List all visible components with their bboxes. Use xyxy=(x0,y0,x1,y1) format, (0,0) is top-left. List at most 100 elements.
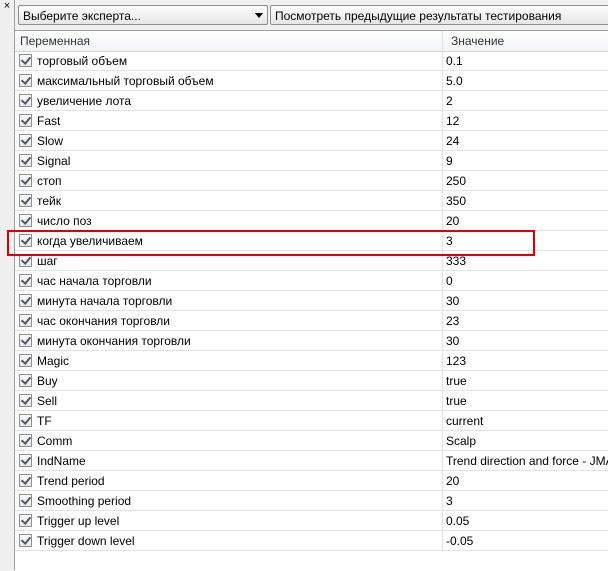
table-row[interactable]: Trigger down level -0.05 xyxy=(15,531,608,551)
value-cell[interactable]: 250 xyxy=(443,171,608,190)
variable-cell: Magic xyxy=(15,351,443,370)
table-row[interactable]: Magic 123 xyxy=(15,351,608,371)
value-cell[interactable]: 24 xyxy=(443,131,608,150)
row-checkbox[interactable] xyxy=(19,374,32,387)
value-cell[interactable]: 0 xyxy=(443,271,608,290)
row-checkbox[interactable] xyxy=(19,74,32,87)
table-row[interactable]: увеличение лота 2 xyxy=(15,91,608,111)
variable-cell: час начала торговли xyxy=(15,271,443,290)
variable-value: Scalp xyxy=(446,434,477,448)
variable-name: Trend period xyxy=(37,474,105,488)
row-checkbox[interactable] xyxy=(19,394,32,407)
value-cell[interactable]: 30 xyxy=(443,291,608,310)
value-cell[interactable]: Trend direction and force - JMA xyxy=(443,451,608,470)
previous-results-dropdown[interactable]: Посмотреть предыдущие результаты тестиро… xyxy=(270,5,608,25)
value-cell[interactable]: 20 xyxy=(443,211,608,230)
row-checkbox[interactable] xyxy=(19,214,32,227)
table-row[interactable]: IndName Trend direction and force - JMA xyxy=(15,451,608,471)
table-row[interactable]: Slow 24 xyxy=(15,131,608,151)
variable-name: шаг xyxy=(37,254,58,268)
table-row[interactable]: максимальный торговый объем 5.0 xyxy=(15,71,608,91)
table-row[interactable]: стоп 250 xyxy=(15,171,608,191)
variable-name: Magic xyxy=(37,354,70,368)
variable-cell: IndName xyxy=(15,451,443,470)
variable-value: 23 xyxy=(446,314,460,328)
table-row[interactable]: минута начала торговли 30 xyxy=(15,291,608,311)
row-checkbox[interactable] xyxy=(19,94,32,107)
row-checkbox[interactable] xyxy=(19,514,32,527)
variable-value: Trend direction and force - JMA xyxy=(446,454,608,468)
row-checkbox[interactable] xyxy=(19,434,32,447)
value-cell[interactable]: 0.1 xyxy=(443,51,608,70)
value-cell[interactable]: 20 xyxy=(443,471,608,490)
row-checkbox[interactable] xyxy=(19,294,32,307)
table-row[interactable]: Smoothing period 3 xyxy=(15,491,608,511)
value-cell[interactable]: 350 xyxy=(443,191,608,210)
close-icon[interactable]: × xyxy=(2,1,12,12)
row-checkbox[interactable] xyxy=(19,494,32,507)
value-cell[interactable]: 3 xyxy=(443,491,608,510)
row-checkbox[interactable] xyxy=(19,54,32,67)
variable-cell: минута начала торговли xyxy=(15,291,443,310)
row-checkbox[interactable] xyxy=(19,534,32,547)
table-row[interactable]: TF current xyxy=(15,411,608,431)
table-row[interactable]: час начала торговли 0 xyxy=(15,271,608,291)
value-cell[interactable]: 123 xyxy=(443,351,608,370)
variable-cell: тейк xyxy=(15,191,443,210)
row-checkbox[interactable] xyxy=(19,154,32,167)
row-checkbox[interactable] xyxy=(19,134,32,147)
variable-value: 20 xyxy=(446,214,460,228)
value-cell[interactable]: 2 xyxy=(443,91,608,110)
table-row[interactable]: Signal 9 xyxy=(15,151,608,171)
variable-name: Comm xyxy=(37,434,73,448)
column-header-value[interactable]: Значение xyxy=(443,31,608,51)
value-cell[interactable]: true xyxy=(443,371,608,390)
value-cell[interactable]: 9 xyxy=(443,151,608,170)
variable-cell: торговый объем xyxy=(15,51,443,70)
row-checkbox[interactable] xyxy=(19,314,32,327)
variable-name: Fast xyxy=(37,114,61,128)
variable-value: 0 xyxy=(446,274,453,288)
table-row[interactable]: торговый объем 0.1 xyxy=(15,51,608,71)
value-cell[interactable]: 30 xyxy=(443,331,608,350)
variable-cell: Trigger down level xyxy=(15,531,443,550)
row-checkbox[interactable] xyxy=(19,474,32,487)
table-row[interactable]: тейк 350 xyxy=(15,191,608,211)
chevron-down-icon xyxy=(255,13,263,18)
table-row[interactable]: Trigger up level 0.05 xyxy=(15,511,608,531)
value-cell[interactable]: true xyxy=(443,391,608,410)
value-cell[interactable]: 0.05 xyxy=(443,511,608,530)
variable-name: IndName xyxy=(37,454,86,468)
table-row[interactable]: Fast 12 xyxy=(15,111,608,131)
value-cell[interactable]: 12 xyxy=(443,111,608,130)
row-checkbox[interactable] xyxy=(19,334,32,347)
variable-cell: число поз xyxy=(15,211,443,230)
variable-name: минута начала торговли xyxy=(37,294,173,308)
column-header-variable[interactable]: Переменная xyxy=(15,31,443,51)
table-row[interactable]: Buy true xyxy=(15,371,608,391)
variable-name: Buy xyxy=(37,374,58,388)
expert-select-dropdown[interactable]: Выберите эксперта... xyxy=(18,5,268,25)
table-row[interactable]: час окончания торговли 23 xyxy=(15,311,608,331)
value-cell[interactable]: -0.05 xyxy=(443,531,608,550)
table-row[interactable]: число поз 20 xyxy=(15,211,608,231)
row-checkbox[interactable] xyxy=(19,274,32,287)
value-cell[interactable]: 23 xyxy=(443,311,608,330)
row-checkbox[interactable] xyxy=(19,354,32,367)
table-row[interactable]: Comm Scalp xyxy=(15,431,608,451)
table-row[interactable]: минута окончания торговли 30 xyxy=(15,331,608,351)
value-cell[interactable]: current xyxy=(443,411,608,430)
variable-name: TF xyxy=(37,414,52,428)
row-checkbox[interactable] xyxy=(19,194,32,207)
variable-value: 12 xyxy=(446,114,460,128)
variable-cell: Trend period xyxy=(15,471,443,490)
value-cell[interactable]: Scalp xyxy=(443,431,608,450)
row-checkbox[interactable] xyxy=(19,174,32,187)
variable-value: true xyxy=(446,394,467,408)
value-cell[interactable]: 5.0 xyxy=(443,71,608,90)
table-row[interactable]: Sell true xyxy=(15,391,608,411)
row-checkbox[interactable] xyxy=(19,454,32,467)
table-row[interactable]: Trend period 20 xyxy=(15,471,608,491)
row-checkbox[interactable] xyxy=(19,414,32,427)
row-checkbox[interactable] xyxy=(19,114,32,127)
